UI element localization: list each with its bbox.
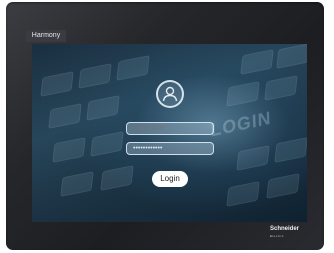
brand-label: Harmony [26,30,66,42]
schneider-logo: Schneider Electric [270,226,310,240]
logo-text: Schneider [270,226,300,232]
login-screen: LOGIN •••••••••••• Login [32,44,307,222]
logo-subtext: Electric [270,234,284,238]
user-icon [156,80,184,108]
username-input[interactable] [126,122,214,135]
login-button[interactable]: Login [152,171,188,187]
password-input[interactable]: •••••••••••• [126,142,214,155]
